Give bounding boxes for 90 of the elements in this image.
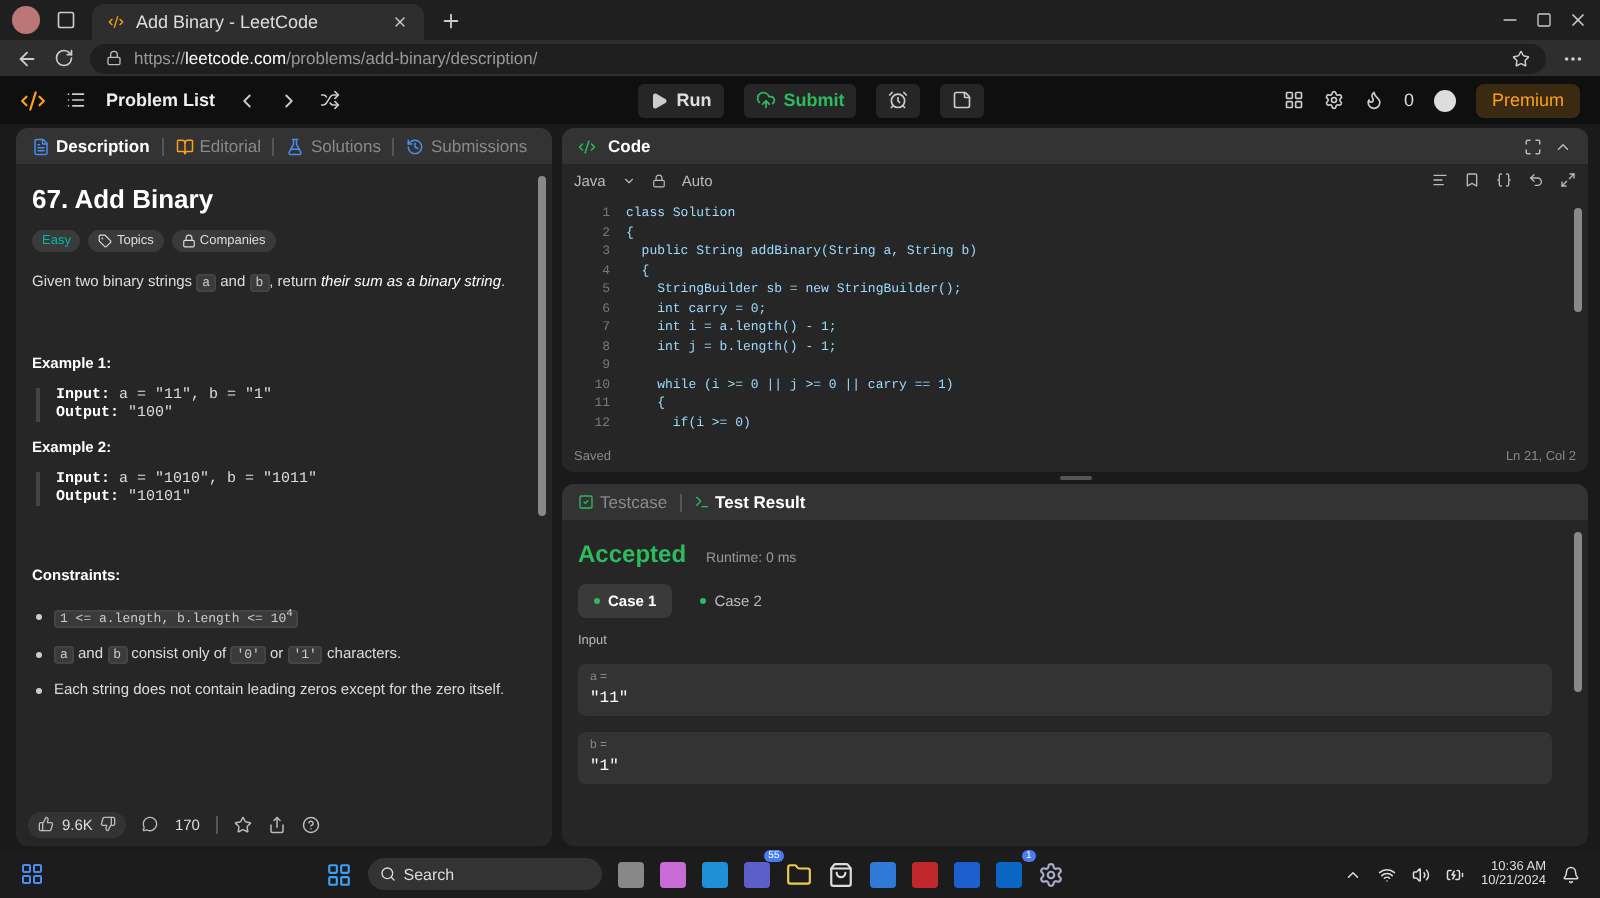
battery-icon[interactable]	[1446, 865, 1465, 883]
variable-value: "1"	[590, 758, 621, 776]
new-tab-icon[interactable]	[440, 9, 462, 31]
panel-tab[interactable]: Submissions	[406, 136, 528, 156]
thumbs-up-icon	[38, 816, 54, 832]
problem-list-link[interactable]: Problem List	[106, 90, 216, 110]
cloud-upload-icon	[755, 90, 776, 110]
thumbs-down-icon[interactable]	[100, 816, 117, 832]
code-icon	[578, 137, 596, 155]
checkbox-icon	[578, 494, 594, 510]
share-icon[interactable]	[267, 815, 286, 833]
verdict-text: Accepted	[578, 540, 687, 568]
app-icon[interactable]	[659, 861, 686, 887]
tab-icon	[406, 137, 425, 155]
lock-icon	[106, 50, 122, 66]
widgets-icon[interactable]	[20, 862, 44, 886]
alarm-clock-icon	[888, 90, 909, 110]
status-dot-icon	[700, 598, 707, 604]
shield-icon[interactable]	[911, 861, 938, 887]
bullet-icon	[36, 652, 42, 659]
browser-tab[interactable]: Add Binary - LeetCode	[92, 4, 424, 40]
logo-icon	[20, 87, 46, 113]
submit-button[interactable]: Submit	[743, 83, 857, 117]
streak-count: 0	[1403, 90, 1414, 110]
favicon-icon	[108, 14, 124, 30]
bullet-icon	[36, 614, 42, 621]
volume-icon[interactable]	[1412, 865, 1431, 883]
bookmark-icon[interactable]	[1464, 172, 1480, 188]
tab-icon	[175, 137, 194, 155]
app-icon[interactable]	[617, 861, 644, 887]
app-icon[interactable]	[995, 861, 1022, 887]
timer-button[interactable]	[876, 83, 921, 117]
folder-icon[interactable]	[785, 861, 812, 887]
panel-title: Code	[608, 136, 651, 156]
flame-icon	[1363, 90, 1384, 110]
tab-title: Add Binary - LeetCode	[136, 12, 319, 32]
notes-button[interactable]	[940, 83, 985, 117]
notification-icon[interactable]	[1562, 865, 1581, 883]
back-icon[interactable]	[16, 47, 38, 69]
fullscreen-icon[interactable]	[1524, 137, 1542, 155]
braces-icon[interactable]	[1496, 172, 1512, 188]
format-icon[interactable]	[1432, 172, 1448, 188]
close-icon[interactable]	[392, 14, 408, 30]
lock-icon	[651, 173, 666, 187]
variable-value: "11"	[590, 690, 631, 708]
tab-icon	[32, 137, 50, 155]
browser-app-icon[interactable]	[701, 861, 728, 887]
star-icon[interactable]	[233, 815, 252, 833]
profile-avatar[interactable]	[12, 6, 40, 34]
list-icon	[66, 90, 86, 110]
favorite-icon[interactable]	[1512, 49, 1530, 67]
reload-icon[interactable]	[54, 48, 74, 68]
panel-tab[interactable]: Description	[32, 136, 150, 156]
close-icon[interactable]	[1568, 10, 1588, 30]
panel-tab[interactable]: Test Result	[693, 492, 806, 512]
app-icon[interactable]	[953, 861, 980, 887]
status-dot-icon	[594, 598, 600, 604]
panel-tab[interactable]: Solutions	[286, 136, 381, 156]
run-button[interactable]: Run	[638, 83, 724, 117]
tag-icon	[98, 234, 113, 248]
note-icon	[952, 90, 973, 110]
grid-icon[interactable]	[1283, 90, 1304, 110]
shuffle-icon[interactable]	[319, 90, 340, 110]
tab-icon	[286, 137, 305, 155]
bullet-icon	[36, 687, 42, 694]
settings-icon[interactable]	[1037, 861, 1064, 887]
comment-icon	[142, 816, 159, 832]
store-icon[interactable]	[827, 861, 854, 887]
help-icon[interactable]	[301, 815, 320, 833]
search-icon	[379, 866, 396, 882]
terminal-icon	[693, 494, 710, 510]
taskbar-search[interactable]: Search	[367, 858, 602, 890]
problem-title: 67. Add Binary	[32, 184, 216, 214]
lock-icon	[181, 234, 196, 248]
tab-actions-icon[interactable]	[56, 10, 76, 30]
user-avatar[interactable]	[1434, 89, 1456, 111]
caret-icon[interactable]	[621, 173, 636, 187]
panel-tab[interactable]: Editorial	[175, 136, 261, 156]
wifi-icon[interactable]	[1378, 865, 1397, 883]
expand-icon[interactable]	[1560, 172, 1576, 188]
reset-icon[interactable]	[1528, 172, 1544, 188]
play-icon	[650, 91, 669, 109]
start-icon[interactable]	[325, 861, 352, 887]
app-icon[interactable]	[743, 861, 770, 887]
maximize-icon[interactable]	[1536, 12, 1552, 28]
app-icon[interactable]	[869, 861, 896, 887]
premium-button[interactable]: Premium	[1476, 83, 1581, 117]
settings-icon[interactable]	[1323, 90, 1344, 110]
panel-tab[interactable]: Testcase	[578, 492, 668, 512]
address-bar[interactable]: https://leetcode.com/problems/add-binary/description/	[90, 43, 1546, 73]
